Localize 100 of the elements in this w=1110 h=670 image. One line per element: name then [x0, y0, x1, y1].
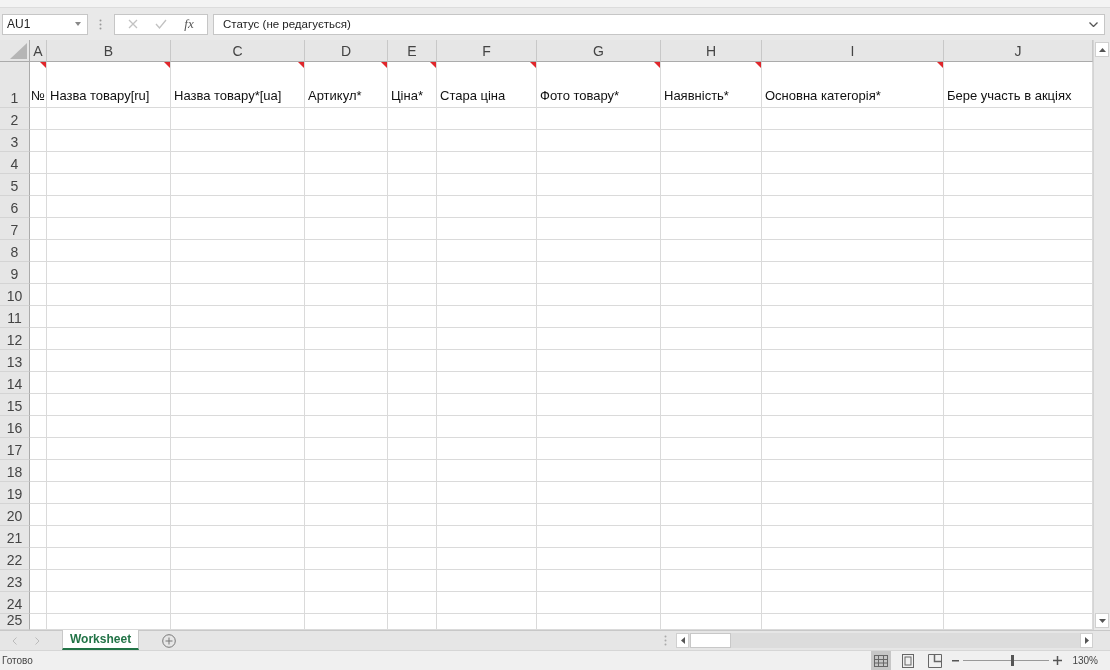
table-cell[interactable]	[944, 174, 1093, 196]
row-header[interactable]: 6	[0, 196, 30, 218]
table-cell[interactable]	[537, 416, 661, 438]
table-cell[interactable]	[388, 196, 437, 218]
table-cell[interactable]	[171, 262, 305, 284]
column-header[interactable]: E	[388, 40, 437, 62]
table-cell[interactable]	[762, 262, 944, 284]
row-header[interactable]: 15	[0, 394, 30, 416]
table-cell[interactable]	[661, 416, 762, 438]
normal-view-button[interactable]	[871, 651, 892, 670]
table-cell[interactable]	[30, 438, 47, 460]
row-header[interactable]: 18	[0, 460, 30, 482]
table-cell[interactable]	[47, 570, 171, 592]
table-cell[interactable]	[944, 548, 1093, 570]
row-header[interactable]: 25	[0, 614, 30, 630]
table-cell[interactable]	[537, 526, 661, 548]
table-cell[interactable]	[305, 328, 388, 350]
table-cell[interactable]	[30, 526, 47, 548]
table-cell[interactable]	[30, 196, 47, 218]
table-cell[interactable]	[762, 174, 944, 196]
scroll-left-button[interactable]	[676, 633, 689, 648]
table-cell[interactable]	[171, 592, 305, 614]
table-cell[interactable]	[388, 284, 437, 306]
table-cell[interactable]	[537, 504, 661, 526]
row-header[interactable]: 10	[0, 284, 30, 306]
table-cell[interactable]	[437, 196, 537, 218]
table-cell[interactable]	[437, 438, 537, 460]
table-cell[interactable]	[762, 614, 944, 630]
table-cell[interactable]: Артикул*	[305, 62, 388, 108]
scroll-down-button[interactable]	[1095, 613, 1109, 628]
table-cell[interactable]	[661, 394, 762, 416]
table-cell[interactable]	[537, 218, 661, 240]
table-cell[interactable]	[171, 548, 305, 570]
table-cell[interactable]	[305, 152, 388, 174]
table-cell[interactable]	[30, 504, 47, 526]
table-cell[interactable]	[388, 482, 437, 504]
row-header[interactable]: 7	[0, 218, 30, 240]
table-cell[interactable]	[305, 460, 388, 482]
table-cell[interactable]	[171, 306, 305, 328]
table-cell[interactable]	[944, 372, 1093, 394]
table-cell[interactable]	[47, 240, 171, 262]
chevron-right-icon[interactable]	[35, 636, 40, 645]
table-cell[interactable]	[537, 306, 661, 328]
table-cell[interactable]	[661, 570, 762, 592]
row-header[interactable]: 21	[0, 526, 30, 548]
sheet-tab[interactable]: Worksheet	[62, 630, 140, 650]
table-cell[interactable]	[762, 570, 944, 592]
column-header[interactable]: G	[537, 40, 661, 62]
scrollbar-thumb[interactable]	[690, 633, 731, 648]
table-cell[interactable]	[437, 108, 537, 130]
table-cell[interactable]	[762, 526, 944, 548]
table-cell[interactable]	[171, 196, 305, 218]
table-cell[interactable]	[437, 592, 537, 614]
table-cell[interactable]	[944, 416, 1093, 438]
table-cell[interactable]	[47, 350, 171, 372]
table-cell[interactable]	[305, 416, 388, 438]
table-cell[interactable]	[944, 218, 1093, 240]
table-cell[interactable]	[171, 372, 305, 394]
scroll-up-button[interactable]	[1095, 42, 1109, 57]
table-cell[interactable]	[661, 548, 762, 570]
row-header[interactable]: 20	[0, 504, 30, 526]
table-cell[interactable]	[30, 174, 47, 196]
table-cell[interactable]	[437, 504, 537, 526]
insert-function-button[interactable]: fx	[178, 15, 200, 33]
table-cell[interactable]	[388, 438, 437, 460]
table-cell[interactable]	[661, 328, 762, 350]
table-cell[interactable]	[30, 614, 47, 630]
table-cell[interactable]	[437, 614, 537, 630]
row-header[interactable]: 9	[0, 262, 30, 284]
table-cell[interactable]	[437, 306, 537, 328]
column-header[interactable]: H	[661, 40, 762, 62]
table-cell[interactable]	[944, 130, 1093, 152]
table-cell[interactable]	[437, 526, 537, 548]
table-cell[interactable]	[537, 548, 661, 570]
table-cell[interactable]	[437, 152, 537, 174]
table-cell[interactable]	[305, 504, 388, 526]
table-cell[interactable]	[30, 240, 47, 262]
table-cell[interactable]	[30, 284, 47, 306]
table-cell[interactable]	[944, 504, 1093, 526]
table-cell[interactable]	[537, 482, 661, 504]
table-cell[interactable]	[171, 614, 305, 630]
table-cell[interactable]	[47, 394, 171, 416]
row-header[interactable]: 1	[0, 62, 30, 108]
table-cell[interactable]	[661, 284, 762, 306]
table-cell[interactable]	[388, 372, 437, 394]
name-box[interactable]: AU1	[2, 13, 88, 35]
table-cell[interactable]	[30, 416, 47, 438]
row-header[interactable]: 8	[0, 240, 30, 262]
slider-thumb[interactable]	[1011, 655, 1015, 666]
table-cell[interactable]	[171, 108, 305, 130]
table-cell[interactable]	[537, 438, 661, 460]
table-cell[interactable]	[537, 394, 661, 416]
column-header[interactable]: F	[437, 40, 537, 62]
table-cell[interactable]	[762, 218, 944, 240]
table-cell[interactable]	[305, 306, 388, 328]
row-header[interactable]: 2	[0, 108, 30, 130]
table-cell[interactable]	[944, 350, 1093, 372]
table-cell[interactable]	[762, 460, 944, 482]
table-cell[interactable]	[762, 482, 944, 504]
table-cell[interactable]	[47, 438, 171, 460]
